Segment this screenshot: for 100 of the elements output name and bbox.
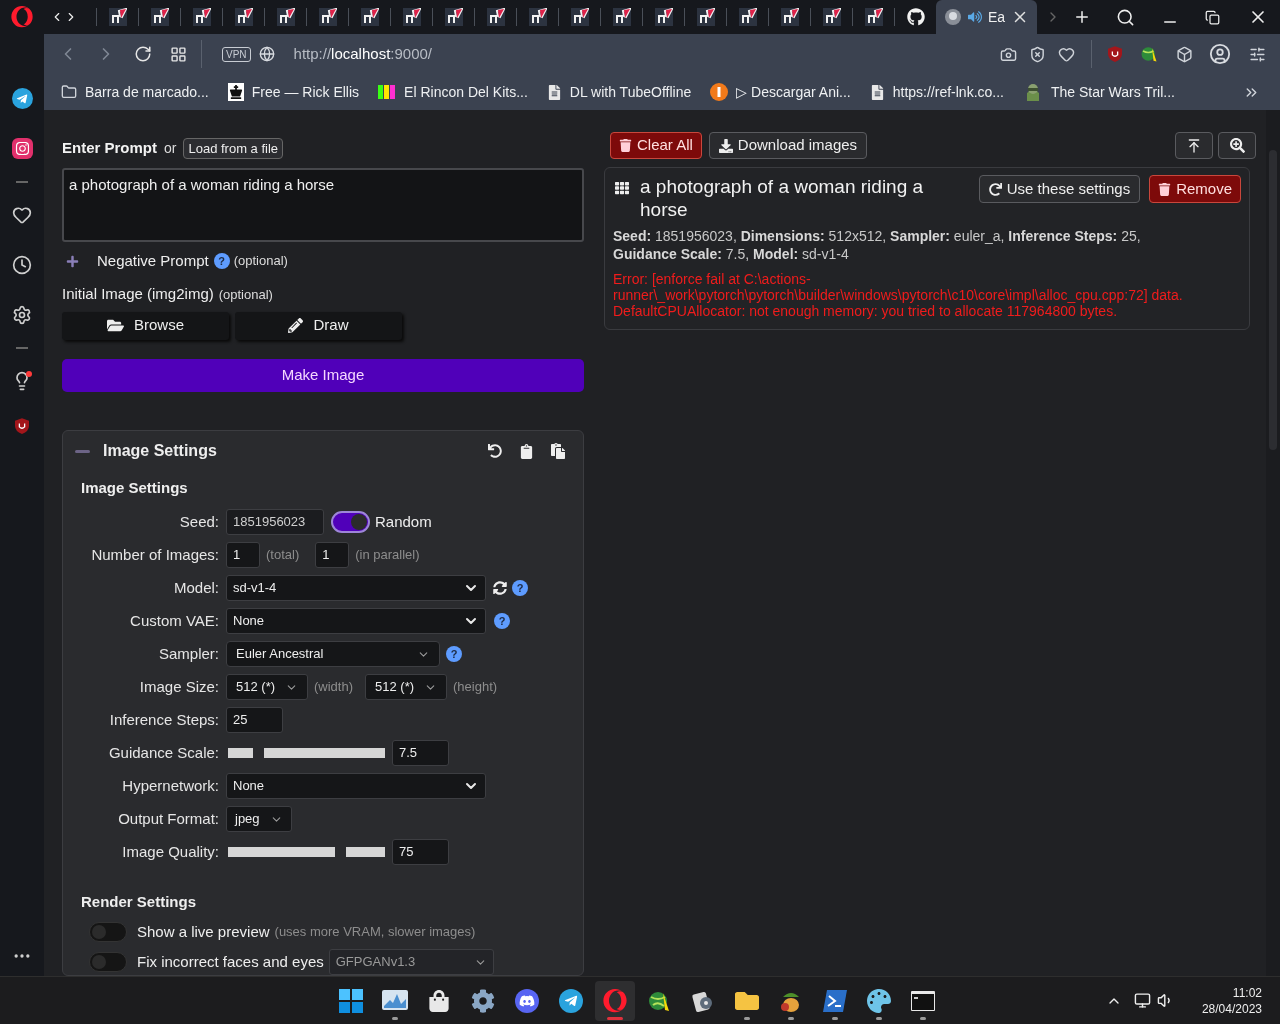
paste-icon[interactable] xyxy=(550,443,566,459)
refresh-icon[interactable] xyxy=(493,581,507,595)
vpn-badge[interactable]: VPN xyxy=(222,46,251,62)
opera-logo-icon[interactable] xyxy=(11,6,33,28)
site-favicon xyxy=(318,8,337,26)
toggle-switch[interactable] xyxy=(89,952,127,972)
remove-button[interactable]: Remove xyxy=(1149,175,1241,203)
number-field[interactable]: 1 xyxy=(226,542,260,568)
network-icon[interactable] xyxy=(1133,992,1151,1009)
number-field[interactable]: 25 xyxy=(226,707,283,733)
site-favicon xyxy=(234,8,253,26)
reload-icon[interactable] xyxy=(134,45,152,63)
field-hint: (width) xyxy=(314,678,353,697)
restore-icon[interactable] xyxy=(1205,9,1220,25)
toggle-switch[interactable] xyxy=(89,922,127,942)
dropdown[interactable]: Euler Ancestral xyxy=(226,641,440,667)
field-hint: (total) xyxy=(266,546,300,565)
clock[interactable]: 11:02 28/04/2023 xyxy=(1201,984,1262,1017)
help-icon[interactable]: ? xyxy=(512,580,528,596)
bookmark-link[interactable]: ▷ Descargar Ani... xyxy=(736,81,851,103)
globe-icon[interactable] xyxy=(1140,45,1158,63)
browser-tab[interactable]: Ea xyxy=(936,0,1038,34)
settings-icon[interactable] xyxy=(12,305,32,325)
trash-icon xyxy=(1158,182,1172,196)
site-favicon xyxy=(780,8,799,26)
chess-piece-icon xyxy=(227,83,244,101)
use-settings-button[interactable]: Use these settings xyxy=(978,175,1141,203)
panel-title[interactable]: Image Settings xyxy=(103,439,217,463)
field-label: Image Size: xyxy=(138,676,219,697)
help-icon[interactable]: ? xyxy=(494,613,510,629)
site-favicon xyxy=(944,8,962,26)
site-favicon xyxy=(570,8,589,26)
number-field[interactable]: 75 xyxy=(392,839,449,865)
option-label: Fix incorrect faces and eyes xyxy=(137,951,324,972)
clear-all-button[interactable]: Clear All xyxy=(610,132,702,159)
windows-icon xyxy=(339,988,363,1013)
draw-button[interactable]: Draw xyxy=(235,311,402,340)
load-file-button[interactable]: Load from a file xyxy=(183,137,284,159)
dropdown[interactable]: 512 (*) xyxy=(365,674,447,700)
dropdown[interactable]: None xyxy=(226,608,486,634)
number-field[interactable]: 1 xyxy=(315,542,350,568)
dropdown[interactable]: jpeg xyxy=(226,806,292,832)
dropdown[interactable]: 512 (*) xyxy=(226,674,308,700)
clipboard-icon[interactable] xyxy=(519,443,534,459)
random-toggle[interactable] xyxy=(331,511,370,533)
heart-icon[interactable] xyxy=(1058,45,1075,63)
number-field[interactable]: 7.5 xyxy=(392,740,449,766)
bookmark-link[interactable]: El Rincon Del Kits... xyxy=(404,81,528,103)
redo-icon xyxy=(988,182,1002,196)
prompt-label: Enter Prompt xyxy=(62,138,157,158)
camera-icon[interactable] xyxy=(1000,45,1017,63)
cube-icon[interactable] xyxy=(1176,45,1193,63)
grid-icon[interactable] xyxy=(170,45,187,63)
shopping-bag-icon xyxy=(428,989,450,1012)
zoom-button[interactable] xyxy=(1218,132,1256,159)
slider[interactable] xyxy=(228,847,385,857)
collapse-icon[interactable] xyxy=(75,449,90,453)
site-favicon xyxy=(444,8,463,26)
blocker-icon[interactable] xyxy=(1029,45,1046,63)
make-image-button[interactable]: Make Image xyxy=(62,358,584,392)
settings-sliders-icon[interactable] xyxy=(1249,45,1266,63)
bookmark-link[interactable]: Barra de marcado... xyxy=(85,81,209,103)
bookmark-link[interactable]: The Star Wars Tril... xyxy=(1051,81,1175,103)
site-favicon xyxy=(360,8,379,26)
scroll-top-button[interactable] xyxy=(1175,132,1213,159)
dropdown[interactable]: sd-v1-4 xyxy=(226,575,486,601)
address-field[interactable]: http://localhost:9000/ xyxy=(293,42,432,66)
bookmark-link[interactable]: DL with TubeOffline xyxy=(569,81,692,103)
dropdown[interactable]: None xyxy=(226,773,486,799)
heart-icon[interactable] xyxy=(12,205,32,225)
negative-prompt-label[interactable]: Negative Prompt xyxy=(97,249,209,273)
site-favicon xyxy=(486,8,505,26)
grip-icon[interactable] xyxy=(615,181,629,195)
browse-button[interactable]: Browse xyxy=(62,311,229,340)
colored-bars-icon xyxy=(378,84,397,100)
telegram-icon[interactable] xyxy=(11,88,33,109)
site-favicon xyxy=(738,8,757,26)
help-icon[interactable]: ? xyxy=(213,253,230,270)
profile-icon[interactable] xyxy=(1209,43,1231,65)
pencil-icon xyxy=(288,318,304,334)
clock-icon[interactable] xyxy=(12,255,32,275)
slider[interactable] xyxy=(228,748,385,758)
optional-hint: (optional) xyxy=(233,252,288,271)
terminal-prompt-icon xyxy=(823,989,847,1012)
telegram-icon xyxy=(559,988,583,1013)
dropdown[interactable]: GFPGANv1.3 xyxy=(328,949,494,975)
bookmark-link[interactable]: Free — Rick Ellis xyxy=(251,81,360,103)
search-icon[interactable] xyxy=(1116,7,1135,27)
optional-hint: (optional) xyxy=(218,285,273,304)
expand-icon[interactable] xyxy=(66,254,79,268)
download-images-button[interactable]: Download images xyxy=(708,132,868,159)
help-icon[interactable]: ? xyxy=(446,646,462,662)
reset-icon[interactable] xyxy=(488,444,502,458)
site-favicon xyxy=(864,8,883,26)
seed-field[interactable]: 1851956023 xyxy=(226,509,324,535)
bookmark-link[interactable]: https://ref-lnk.co... xyxy=(892,81,1004,103)
document-icon xyxy=(546,84,562,100)
instagram-icon[interactable] xyxy=(11,138,33,159)
prompt-textarea[interactable]: a photograph of a woman riding a horse xyxy=(62,167,584,243)
site-favicon xyxy=(192,8,211,26)
